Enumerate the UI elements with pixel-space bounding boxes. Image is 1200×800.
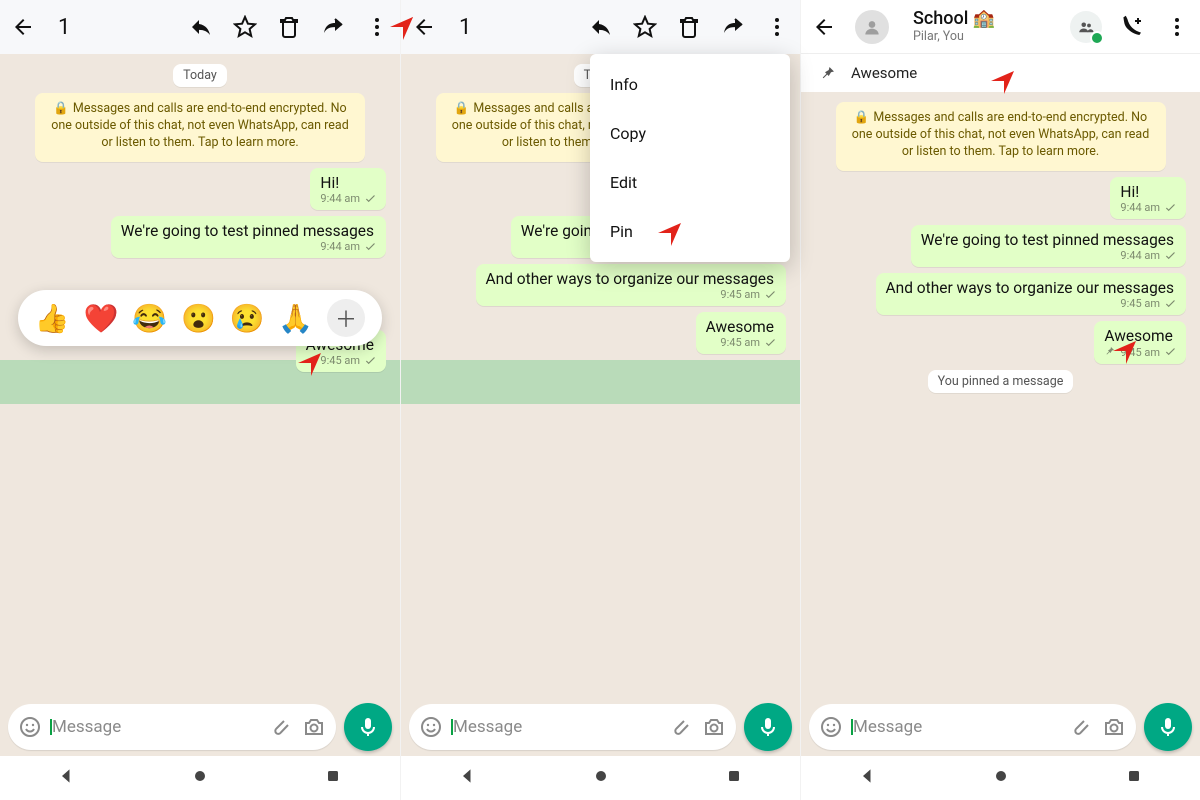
nav-recent-icon[interactable] <box>323 766 343 790</box>
call-add-icon[interactable] <box>1120 14 1146 40</box>
emoji-thumbs-up[interactable]: 👍 <box>35 302 70 335</box>
camera-icon[interactable] <box>1102 715 1126 739</box>
nav-back-icon[interactable] <box>458 766 478 790</box>
message-placeholder: Message <box>853 717 1058 737</box>
mic-button[interactable] <box>344 703 392 751</box>
pin-icon <box>1104 345 1116 360</box>
emoji-icon[interactable] <box>419 715 443 739</box>
message-bubble[interactable]: Hi! 9:44 am <box>310 168 386 210</box>
message-bubble[interactable]: We're going to test pinned messages 9:44… <box>111 216 386 258</box>
trash-icon[interactable] <box>676 14 702 40</box>
back-icon[interactable] <box>411 14 437 40</box>
message-placeholder: Message <box>52 717 258 737</box>
screenshot-3: School 🏫 Pilar, You Awesome 🔒Messages an… <box>800 0 1200 800</box>
star-icon[interactable] <box>232 14 258 40</box>
pin-icon <box>819 64 837 82</box>
message-bubble-selected[interactable]: Awesome 9:45 am <box>696 312 786 354</box>
screenshot-2: 1 Today 🔒Messages and calls are end-to-e… <box>400 0 800 800</box>
camera-icon[interactable] <box>702 715 726 739</box>
message-bubble[interactable]: And other ways to organize our messages … <box>876 273 1186 315</box>
android-navbar <box>401 756 800 800</box>
star-icon[interactable] <box>632 14 658 40</box>
menu-pin[interactable]: Pin <box>590 207 790 256</box>
forward-icon[interactable] <box>720 14 746 40</box>
more-icon[interactable] <box>1164 14 1190 40</box>
emoji-icon[interactable] <box>18 715 42 739</box>
android-navbar <box>801 756 1200 800</box>
emoji-heart[interactable]: ❤️ <box>84 302 119 335</box>
message-bubble-pinned[interactable]: Awesome 9:45 am <box>1094 321 1186 364</box>
encryption-notice[interactable]: 🔒Messages and calls are end-to-end encry… <box>836 102 1166 171</box>
menu-info[interactable]: Info <box>590 60 790 109</box>
nav-home-icon[interactable] <box>591 766 611 790</box>
trash-icon[interactable] <box>276 14 302 40</box>
emoji-pray[interactable]: 🙏 <box>278 302 313 335</box>
screenshot-1: 1 Today 🔒Messages and calls are end-to-e… <box>0 0 400 800</box>
message-input[interactable]: Message <box>409 704 736 750</box>
message-bubble[interactable]: Hi! 9:44 am <box>1110 177 1186 219</box>
selection-count: 1 <box>459 15 471 40</box>
back-icon[interactable] <box>10 14 36 40</box>
back-icon[interactable] <box>811 14 837 40</box>
nav-recent-icon[interactable] <box>1124 766 1144 790</box>
overflow-menu: Info Copy Edit Pin <box>590 54 790 262</box>
chat-body: Today 🔒Messages and calls are end-to-end… <box>0 54 400 800</box>
selection-toolbar: 1 <box>0 0 400 54</box>
camera-icon[interactable] <box>302 715 326 739</box>
message-placeholder: Message <box>453 717 658 737</box>
emoji-wow[interactable]: 😮 <box>181 302 216 335</box>
group-title[interactable]: School 🏫 Pilar, You <box>913 9 995 44</box>
more-icon[interactable] <box>764 14 790 40</box>
reply-icon[interactable] <box>188 14 214 40</box>
emoji-joy[interactable]: 😂 <box>132 302 167 335</box>
mic-button[interactable] <box>744 703 792 751</box>
message-bubble[interactable]: And other ways to organize our messages … <box>476 264 786 306</box>
attach-icon[interactable] <box>668 715 692 739</box>
chat-body: 🔒Messages and calls are end-to-end encry… <box>801 92 1200 800</box>
composer: Message <box>801 698 1200 756</box>
mic-button[interactable] <box>1144 703 1192 751</box>
forward-icon[interactable] <box>320 14 346 40</box>
chat-header: School 🏫 Pilar, You <box>801 0 1200 54</box>
more-icon[interactable] <box>364 14 390 40</box>
selection-toolbar: 1 <box>401 0 800 54</box>
reply-icon[interactable] <box>588 14 614 40</box>
nav-recent-icon[interactable] <box>724 766 744 790</box>
nav-back-icon[interactable] <box>858 766 878 790</box>
message-input[interactable]: Message <box>8 704 336 750</box>
emoji-sad[interactable]: 😢 <box>230 302 265 335</box>
pinned-banner[interactable]: Awesome <box>801 54 1200 92</box>
nav-home-icon[interactable] <box>190 766 210 790</box>
reaction-picker[interactable]: 👍 ❤️ 😂 😮 😢 🙏 ＋ <box>18 290 382 346</box>
message-bubble[interactable]: We're going to test pinned messages 9:44… <box>911 225 1186 267</box>
encryption-notice[interactable]: 🔒Messages and calls are end-to-end encry… <box>35 93 365 162</box>
emoji-icon[interactable] <box>819 715 843 739</box>
group-avatar[interactable] <box>855 10 889 44</box>
android-navbar <box>0 756 400 800</box>
emoji-more-icon[interactable]: ＋ <box>327 299 365 337</box>
nav-home-icon[interactable] <box>991 766 1011 790</box>
videocall-icon[interactable] <box>1070 11 1102 43</box>
message-input[interactable]: Message <box>809 704 1136 750</box>
selection-count: 1 <box>58 15 70 40</box>
composer: Message <box>0 698 400 756</box>
attach-icon[interactable] <box>268 715 292 739</box>
date-chip: Today <box>173 64 227 87</box>
composer: Message <box>401 698 800 756</box>
menu-edit[interactable]: Edit <box>590 158 790 207</box>
system-message: You pinned a message <box>928 370 1074 393</box>
nav-back-icon[interactable] <box>57 766 77 790</box>
menu-copy[interactable]: Copy <box>590 109 790 158</box>
attach-icon[interactable] <box>1068 715 1092 739</box>
pinned-text: Awesome <box>851 64 917 82</box>
